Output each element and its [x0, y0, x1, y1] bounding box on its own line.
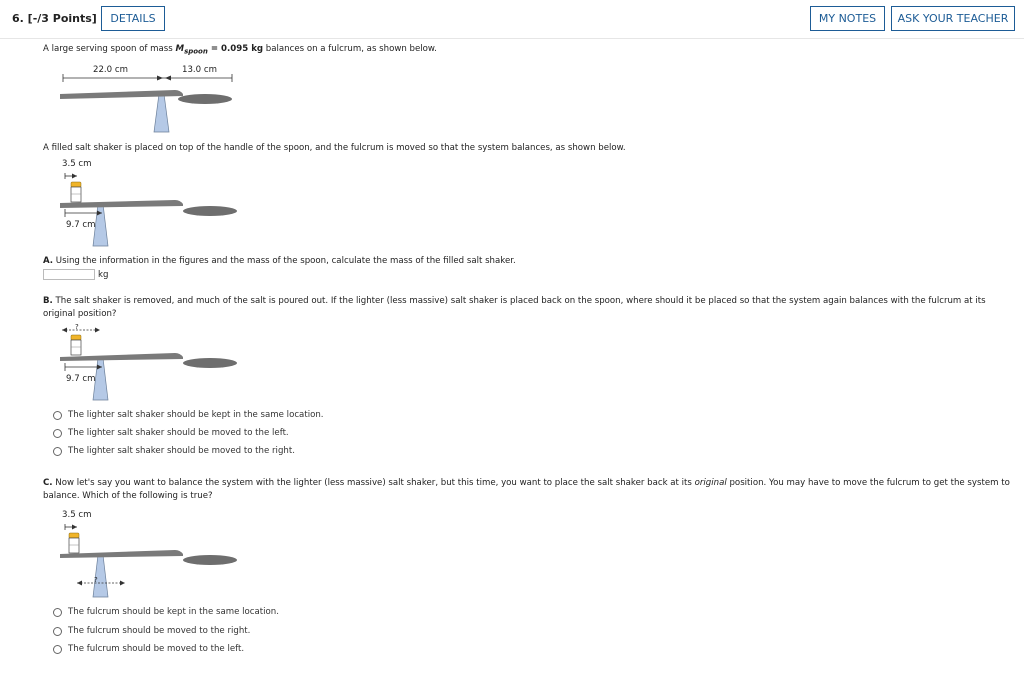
radio-button[interactable] [53, 446, 62, 456]
spoon-figure-3 [60, 327, 237, 401]
part-a-question: A. Using the information in the figures … [43, 256, 516, 266]
shaker-placed-text: A filled salt shaker is placed on top of… [43, 143, 626, 153]
radio-button[interactable] [53, 428, 62, 438]
radio-button[interactable] [53, 644, 62, 654]
ask-teacher-button[interactable]: ASK YOUR TEACHER [891, 6, 1015, 31]
part-b-option-left[interactable]: The lighter salt shaker should be moved … [53, 428, 289, 438]
my-notes-button[interactable]: MY NOTES [810, 6, 885, 31]
part-b-question: B. The salt shaker is removed, and much … [43, 296, 986, 319]
radio-button[interactable] [53, 607, 62, 617]
part-b-figure-question-mark: ? [75, 323, 79, 331]
intro-text: A large serving spoon of mass Mspoon = 0… [43, 44, 437, 56]
radio-button[interactable] [53, 410, 62, 420]
part-c-option-right[interactable]: The fulcrum should be moved to the right… [53, 626, 250, 636]
fig2-bottom-dimension: 9.7 cm [66, 220, 96, 230]
part-c-question: C. Now let's say you want to balance the… [43, 478, 1010, 501]
radio-button[interactable] [53, 626, 62, 636]
spoon-figure-1 [60, 74, 233, 133]
spoon-figure-4 [60, 524, 237, 598]
details-button[interactable]: DETAILS [101, 6, 165, 31]
part-c-option-same[interactable]: The fulcrum should be kept in the same l… [53, 607, 279, 617]
part-c-option-left[interactable]: The fulcrum should be moved to the left. [53, 644, 244, 654]
part-b-option-same[interactable]: The lighter salt shaker should be kept i… [53, 410, 324, 420]
question-points: 6. [-/3 Points] [12, 12, 97, 25]
part-b-option-right[interactable]: The lighter salt shaker should be moved … [53, 446, 295, 456]
spoon-figure-2 [60, 173, 237, 247]
part-b-figure-dimension: 9.7 cm [66, 374, 96, 384]
part-a-answer-input[interactable] [43, 269, 95, 280]
part-c-figure-question-mark: ? [94, 576, 98, 584]
part-a-unit: kg [98, 270, 109, 280]
